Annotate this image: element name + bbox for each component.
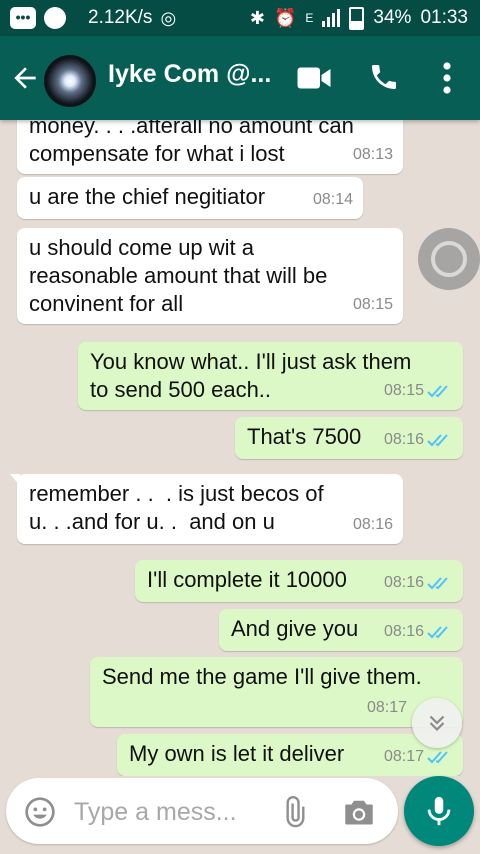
emoji-icon[interactable] [24, 796, 56, 828]
alarm-icon: ⏰ [273, 7, 297, 28]
message-time: 08:14 [312, 191, 353, 208]
more-vertical-icon[interactable] [436, 60, 458, 96]
hotspot-icon: ◎ [160, 7, 177, 28]
message-input[interactable] [72, 792, 276, 832]
message-text: money. . . .afterall no amount can compe… [29, 120, 354, 166]
network-type: E [305, 11, 314, 25]
chat-notification-icon: ••• [10, 7, 36, 29]
message-incoming[interactable]: remember . . . is just becos of u. . .an… [10, 474, 403, 544]
read-receipt-icon [427, 751, 448, 764]
message-text: u are the chief negitiator [29, 184, 266, 209]
paperclip-icon[interactable] [278, 796, 310, 828]
message-outgoing[interactable]: My own is let it deliver 08:17 [117, 734, 463, 776]
message-time: 08:16 [383, 574, 424, 591]
compose-bar [6, 778, 398, 844]
back-arrow-icon[interactable] [8, 62, 42, 94]
scroll-to-bottom-button[interactable] [412, 698, 462, 748]
chat-header: Iyke Com @... [0, 36, 480, 120]
message-text: Send me the game I'll give them. [102, 664, 422, 689]
message-time: 08:15 [352, 296, 393, 313]
network-speed: 2.12K/s [88, 7, 153, 28]
read-receipt-icon [427, 434, 448, 447]
read-receipt-icon [427, 577, 448, 590]
read-receipt-icon [427, 626, 448, 639]
contact-avatar[interactable] [44, 55, 96, 107]
message-incoming[interactable]: money. . . .afterall no amount can compe… [17, 120, 403, 174]
message-time: 08:17 [366, 699, 407, 716]
message-time: 08:15 [383, 382, 424, 399]
message-time: 08:13 [352, 146, 393, 163]
message-outgoing[interactable]: You know what.. I'll just ask them to se… [78, 342, 463, 410]
microphone-icon [427, 796, 451, 826]
camera-icon[interactable] [344, 798, 374, 826]
read-receipt-icon [427, 385, 448, 398]
message-incoming[interactable]: u should come up wit a reasonable amount… [17, 228, 403, 324]
message-list[interactable]: money. . . .afterall no amount can compe… [0, 120, 480, 776]
message-outgoing[interactable]: Send me the game I'll give them. 08:17 [90, 657, 463, 727]
contact-name[interactable]: Iyke Com @... [108, 60, 290, 89]
message-time: 08:16 [383, 431, 424, 448]
message-outgoing[interactable]: That's 7500 08:16 [235, 417, 463, 459]
bluetooth-icon: ✱ [249, 7, 265, 28]
message-text: u should come up wit a reasonable amount… [29, 235, 328, 316]
chevron-double-down-icon [429, 715, 445, 732]
phone-icon[interactable] [368, 61, 400, 93]
message-incoming[interactable]: u are the chief negitiator 08:14 [17, 177, 363, 219]
message-outgoing[interactable]: And give you 08:16 [219, 609, 463, 651]
message-text: remember . . . is just becos of u. . .an… [29, 481, 324, 534]
voice-message-button[interactable] [404, 776, 474, 846]
battery-icon [349, 6, 365, 30]
message-time: 08:16 [352, 516, 393, 533]
battery-level: 34% [373, 7, 412, 28]
message-time: 08:17 [383, 748, 424, 765]
video-call-icon[interactable] [296, 64, 332, 92]
message-outgoing[interactable]: I'll complete it 10000 08:16 [135, 560, 463, 602]
message-time: 08:16 [383, 623, 424, 640]
scroll-handle[interactable] [418, 228, 480, 290]
clock: 01:33 [420, 7, 468, 28]
signal-icon [322, 9, 341, 27]
status-bar: ••• 2.12K/s ◎ ✱ ⏰ E 34% 01:33 [0, 0, 480, 36]
messenger-icon [44, 7, 66, 29]
